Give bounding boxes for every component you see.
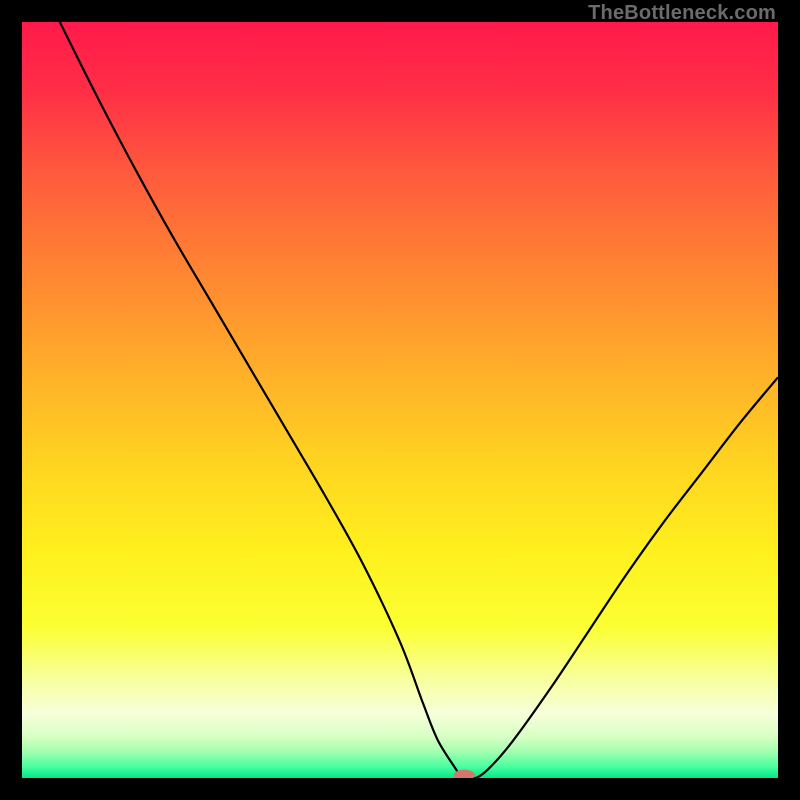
chart-frame bbox=[22, 22, 778, 778]
gradient-background bbox=[22, 22, 778, 778]
bottleneck-chart bbox=[22, 22, 778, 778]
watermark-text: TheBottleneck.com bbox=[588, 2, 776, 25]
